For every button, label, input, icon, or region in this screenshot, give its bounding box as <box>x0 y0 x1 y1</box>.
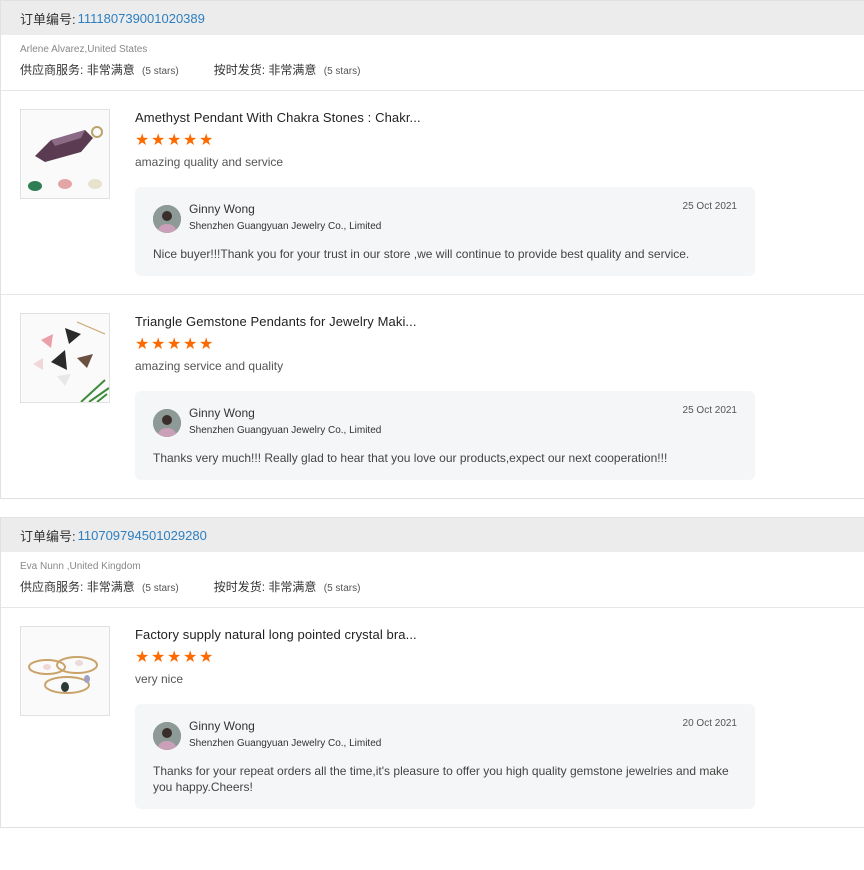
star-rating: ★ ★ ★ ★ ★ <box>135 133 864 149</box>
product-thumbnail[interactable] <box>20 626 110 716</box>
reply-company: Shenzhen Guangyuan Jewelry Co., Limited <box>189 221 382 232</box>
product-title[interactable]: Factory supply natural long pointed crys… <box>135 626 864 644</box>
supplier-service-rating: 供应商服务: 非常满意 (5 stars) <box>20 63 179 77</box>
star-icon: ★ <box>183 649 198 666</box>
reply-text: Thanks very much!!! Really glad to hear … <box>153 451 668 465</box>
reply-company: Shenzhen Guangyuan Jewelry Co., Limited <box>189 738 382 749</box>
avatar <box>153 722 181 750</box>
product-thumbnail[interactable] <box>20 313 110 403</box>
order-card: 订单编号: 111180739001020389 Arlene Alvarez,… <box>0 0 864 499</box>
review-comment: very nice <box>135 672 184 686</box>
star-icon: ★ <box>135 649 150 666</box>
order-number-label: 订单编号: <box>20 11 76 27</box>
supplier-reply: Ginny Wong Shenzhen Guangyuan Jewelry Co… <box>135 704 755 809</box>
star-icon: ★ <box>151 336 166 353</box>
product-title[interactable]: Amethyst Pendant With Chakra Stones : Ch… <box>135 109 864 127</box>
supplier-reply: Ginny Wong Shenzhen Guangyuan Jewelry Co… <box>135 391 755 480</box>
product-title[interactable]: Triangle Gemstone Pendants for Jewelry M… <box>135 313 864 331</box>
star-icon: ★ <box>151 649 166 666</box>
review-item: Factory supply natural long pointed crys… <box>1 608 864 827</box>
reply-date: 25 Oct 2021 <box>682 201 737 212</box>
star-icon: ★ <box>199 132 214 149</box>
reply-text: Nice buyer!!!Thank you for your trust in… <box>153 247 690 261</box>
order-ratings: 供应商服务: 非常满意 (5 stars) 按时发货: 非常满意 (5 star… <box>20 61 845 78</box>
supplier-reply: Ginny Wong Shenzhen Guangyuan Jewelry Co… <box>135 187 755 276</box>
star-rating: ★ ★ ★ ★ ★ <box>135 650 864 666</box>
star-icon: ★ <box>135 132 150 149</box>
avatar <box>153 205 181 233</box>
buyer-name: Arlene Alvarez,United States <box>20 44 148 55</box>
reply-author: Ginny Wong <box>189 719 255 733</box>
avatar <box>153 409 181 437</box>
star-icon: ★ <box>167 132 182 149</box>
on-time-shipment-rating: 按时发货: 非常满意 (5 stars) <box>213 63 361 77</box>
star-rating: ★ ★ ★ ★ ★ <box>135 337 864 353</box>
order-number-label: 订单编号: <box>20 528 76 544</box>
star-icon: ★ <box>183 132 198 149</box>
review-comment: amazing quality and service <box>135 155 284 169</box>
reply-date: 25 Oct 2021 <box>682 405 737 416</box>
star-icon: ★ <box>151 132 166 149</box>
reply-date: 20 Oct 2021 <box>682 718 737 729</box>
review-comment: amazing service and quality <box>135 359 284 373</box>
buyer-name: Eva Nunn ,United Kingdom <box>20 561 141 572</box>
star-icon: ★ <box>167 649 182 666</box>
star-icon: ★ <box>199 649 214 666</box>
product-thumbnail[interactable] <box>20 109 110 199</box>
star-icon: ★ <box>167 336 182 353</box>
buyer-info: Eva Nunn ,United Kingdom 供应商服务: 非常满意 (5 … <box>1 552 864 608</box>
star-icon: ★ <box>183 336 198 353</box>
on-time-shipment-rating: 按时发货: 非常满意 (5 stars) <box>213 580 361 594</box>
star-icon: ★ <box>199 336 214 353</box>
reply-company: Shenzhen Guangyuan Jewelry Co., Limited <box>189 425 382 436</box>
buyer-info: Arlene Alvarez,United States 供应商服务: 非常满意… <box>1 35 864 91</box>
order-card: 订单编号: 110709794501029280 Eva Nunn ,Unite… <box>0 517 864 828</box>
order-separator <box>0 499 864 517</box>
order-number-link[interactable]: 111180739001020389 <box>78 11 205 26</box>
order-header: 订单编号: 110709794501029280 <box>1 518 864 552</box>
order-header: 订单编号: 111180739001020389 <box>1 1 864 35</box>
review-item: Amethyst Pendant With Chakra Stones : Ch… <box>1 91 864 295</box>
reply-author: Ginny Wong <box>189 202 255 216</box>
order-ratings: 供应商服务: 非常满意 (5 stars) 按时发货: 非常满意 (5 star… <box>20 578 845 595</box>
star-icon: ★ <box>135 336 150 353</box>
review-item: Triangle Gemstone Pendants for Jewelry M… <box>1 295 864 498</box>
reply-text: Thanks for your repeat orders all the ti… <box>153 764 729 794</box>
reply-author: Ginny Wong <box>189 406 255 420</box>
order-number-link[interactable]: 110709794501029280 <box>78 528 207 543</box>
supplier-service-rating: 供应商服务: 非常满意 (5 stars) <box>20 580 179 594</box>
